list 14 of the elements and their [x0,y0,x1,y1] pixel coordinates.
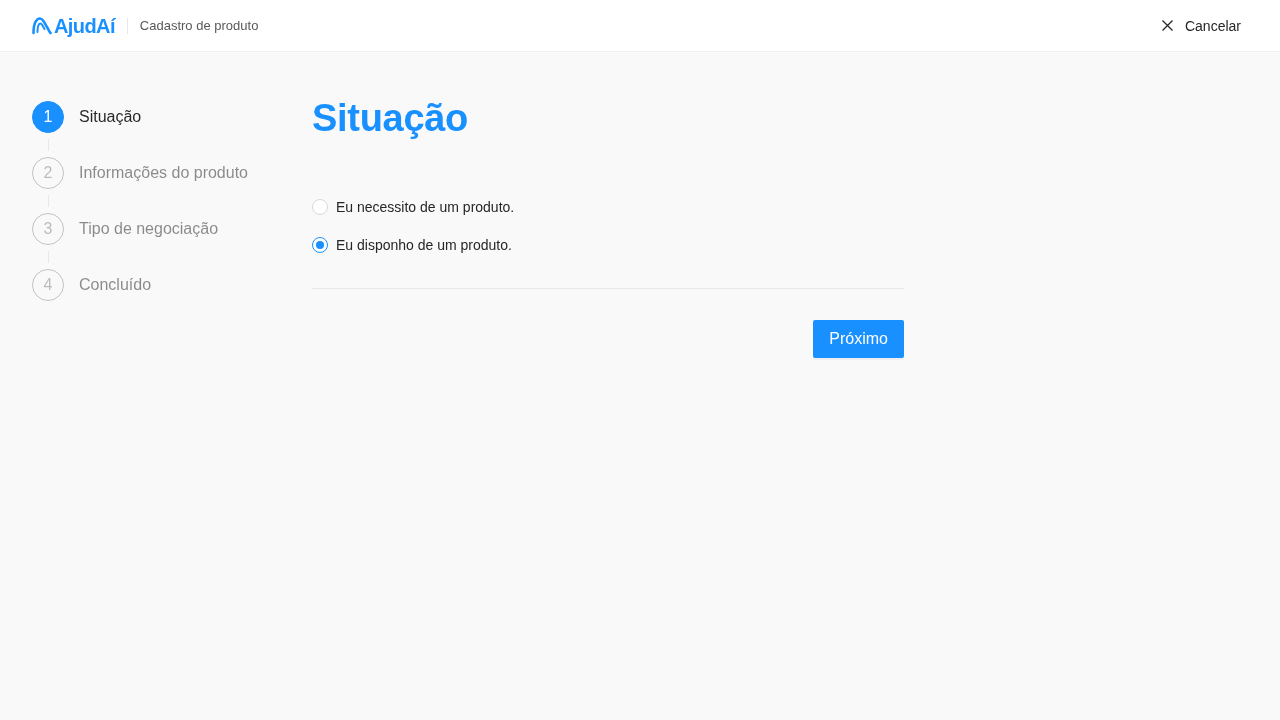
step-label: Informações do produto [79,164,248,182]
step-label: Situação [79,108,142,126]
close-icon [1161,20,1173,31]
step-label: Concluído [79,276,152,294]
step-label: Tipo de negociação [79,220,219,238]
radio-option[interactable]: Eu disponho de um produto. [312,234,512,256]
step-number: 1 [32,101,64,133]
radio-icon[interactable] [312,237,328,253]
page-title: Cadastro de produto [139,18,259,33]
arches-icon [32,16,52,35]
radio-option[interactable]: Eu necessito de um produto. [312,196,515,218]
logo-text: AjudAí [54,13,115,38]
cancel-button[interactable]: Cancelar [1161,13,1241,38]
form-title: Situação [312,96,469,141]
